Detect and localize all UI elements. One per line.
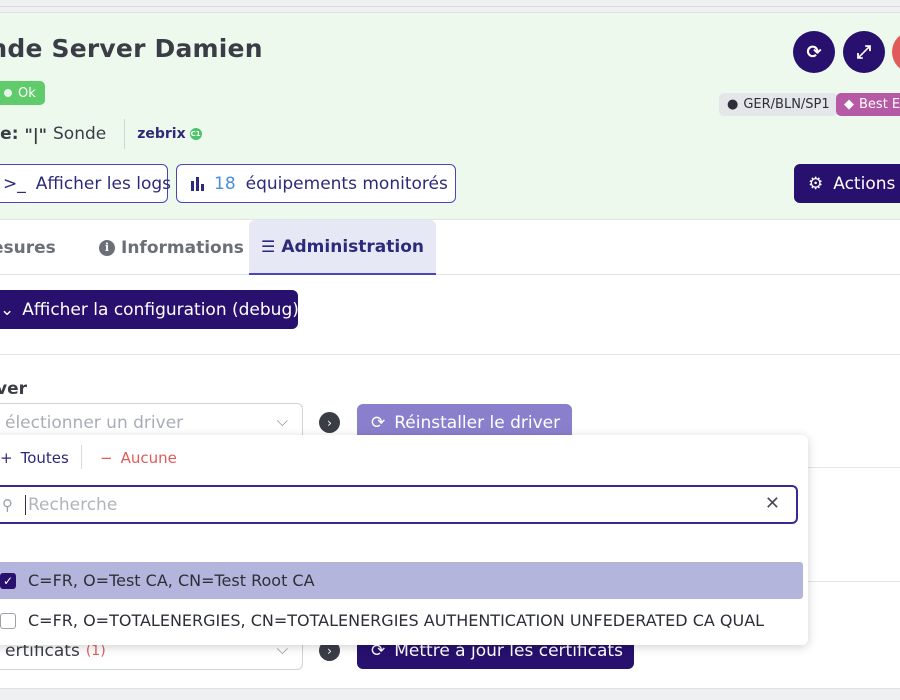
equipment-count: 18 xyxy=(214,173,236,194)
type-label: pe: xyxy=(0,124,19,144)
search-field[interactable]: ⚲ Recherche ✕ xyxy=(0,485,798,524)
actions-button[interactable]: ⚙ Actions xyxy=(794,164,900,203)
tab-mesures-label: esures xyxy=(0,237,56,258)
status-label: Ok xyxy=(18,85,36,101)
status-badge: Ok xyxy=(0,81,45,105)
antenna-icon: "|" xyxy=(24,124,48,144)
search-icon: ⚲ xyxy=(2,495,13,514)
info-icon: i xyxy=(99,239,115,256)
expand-icon: ⤢ xyxy=(856,41,872,63)
tag-icon: ◆ xyxy=(844,97,854,112)
map-pin-icon: ● xyxy=(727,97,739,112)
refresh-button[interactable]: ⟳ xyxy=(793,31,835,73)
minus-icon: − xyxy=(100,449,113,467)
expand-button[interactable]: ⤢ xyxy=(843,31,885,73)
list-item-label: C=FR, O=TOTALENERGIES, CN=TOTALENERGIES … xyxy=(28,611,765,630)
tab-administration[interactable]: ☰ Administration xyxy=(249,220,436,275)
bottom-strip xyxy=(0,688,900,700)
tab-administration-label: Administration xyxy=(281,236,424,257)
best-tag-label: Best E xyxy=(859,97,900,112)
chevron-down-icon: ⌵ xyxy=(276,412,288,430)
chevron-icon: ⌄ xyxy=(0,299,15,320)
text-cursor xyxy=(25,494,26,515)
monitored-equipment-button[interactable]: 18 équipements monitorés xyxy=(176,164,456,203)
tab-informations[interactable]: i Informations xyxy=(99,220,244,275)
sliders-icon: ☰ xyxy=(261,237,276,256)
actions-label: Actions xyxy=(833,173,896,194)
list-item[interactable]: ✓ C=FR, O=Test CA, CN=Test Root CA xyxy=(0,562,803,599)
terminal-icon: >_ xyxy=(3,173,26,194)
refresh-icon: ⟳ xyxy=(806,41,822,63)
checkbox-icon[interactable] xyxy=(0,612,16,629)
select-none-label: Aucune xyxy=(120,449,177,467)
device-header: onde Server Damien Ok pe: "|" Sonde zebr… xyxy=(0,13,900,220)
tab-bar: esures i Informations ☰ Administration xyxy=(0,220,900,275)
best-tag[interactable]: ◆ Best E xyxy=(836,93,900,116)
top-strip-line xyxy=(0,6,900,7)
brand-badge: C1 xyxy=(189,128,202,140)
equipment-label: équipements monitorés xyxy=(245,173,448,194)
plus-icon: + xyxy=(0,449,13,467)
select-none-button[interactable]: − Aucune xyxy=(100,449,177,467)
type-value: Sonde xyxy=(53,124,107,144)
search-placeholder: Recherche xyxy=(28,494,118,515)
show-logs-label: Afficher les logs xyxy=(35,173,172,194)
driver-select-placeholder: électionner un driver xyxy=(5,412,184,433)
delete-button[interactable] xyxy=(892,31,900,73)
page-title: onde Server Damien xyxy=(0,34,263,63)
list-item[interactable]: C=FR, O=TOTALENERGIES, CN=TOTALENERGIES … xyxy=(0,602,803,639)
tab-informations-label: Informations xyxy=(121,237,244,258)
device-card: onde Server Damien Ok pe: "|" Sonde zebr… xyxy=(0,12,900,688)
sync-icon: ⟳ xyxy=(371,412,386,433)
checkbox-checked-icon[interactable]: ✓ xyxy=(0,572,16,589)
location-tag-label: GER/BLN/SP1 xyxy=(743,97,830,112)
bar-chart-icon xyxy=(191,176,204,191)
tab-mesures[interactable]: esures xyxy=(0,220,56,275)
select-all-label: Toutes xyxy=(20,449,69,467)
status-dot-icon xyxy=(4,89,12,97)
divider xyxy=(0,354,900,355)
divider xyxy=(81,445,82,469)
brand-logo: zebrix xyxy=(137,126,186,142)
type-row: pe: "|" Sonde zebrix C1 xyxy=(0,119,202,149)
certificates-dropdown: + Toutes − Aucune ⚲ Recherche ✕ ✓ C=FR, … xyxy=(0,435,808,645)
show-logs-button[interactable]: >_ Afficher les logs xyxy=(0,164,172,203)
location-tag[interactable]: ● GER/BLN/SP1 xyxy=(719,93,838,116)
arrow-right-icon[interactable]: › xyxy=(319,412,340,433)
driver-label: ver xyxy=(0,379,27,399)
reinstall-driver-label: Réinstaller le driver xyxy=(394,412,561,433)
select-all-button[interactable]: + Toutes xyxy=(0,449,69,467)
clear-icon[interactable]: ✕ xyxy=(765,493,780,514)
divider xyxy=(124,119,126,149)
show-config-debug-button[interactable]: ⌄ Afficher la configuration (debug) xyxy=(0,290,299,329)
list-item-label: C=FR, O=Test CA, CN=Test Root CA xyxy=(28,571,315,590)
gear-icon: ⚙ xyxy=(808,173,824,194)
show-config-debug-label: Afficher la configuration (debug) xyxy=(22,299,299,320)
